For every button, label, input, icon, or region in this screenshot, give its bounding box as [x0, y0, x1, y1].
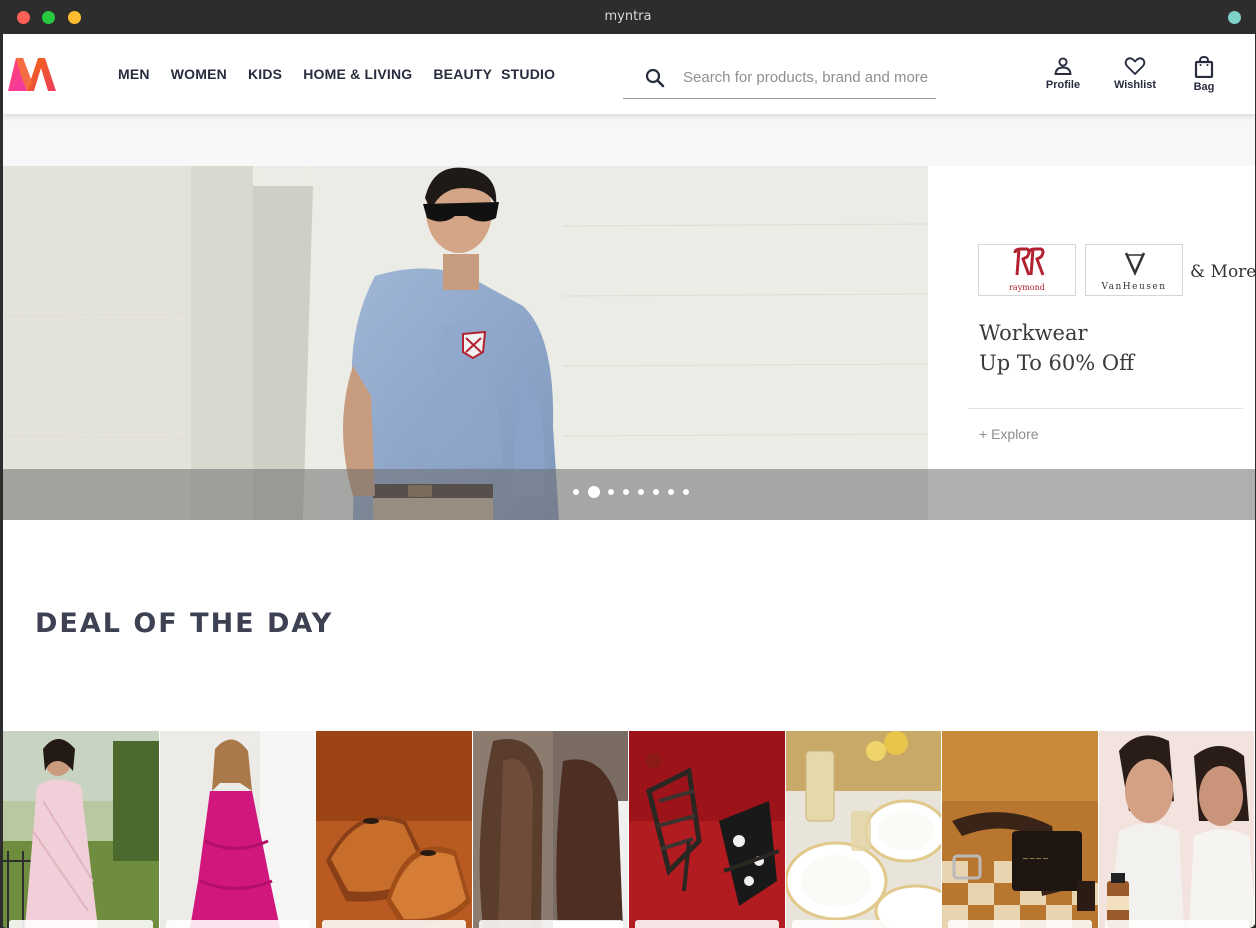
nav-men[interactable]: MEN: [118, 66, 150, 82]
hero-model-image[interactable]: [3, 166, 929, 520]
nav-women[interactable]: WOMEN: [171, 66, 227, 82]
svg-text:~~~~: ~~~~: [1022, 854, 1049, 863]
window-title: myntra: [604, 9, 652, 24]
nav-kids[interactable]: KIDS: [248, 66, 282, 82]
hero-banner[interactable]: raymond VanHeusen & More Workwear Up To …: [3, 166, 1255, 520]
deal-card-magenta-dress[interactable]: [159, 731, 316, 928]
vanheusen-logo-icon: [1124, 252, 1146, 277]
carousel-dot[interactable]: [683, 489, 689, 495]
promo-divider: [968, 408, 1243, 409]
promo-discount: Up To 60% Off: [979, 351, 1134, 375]
deal-card-brown-suede-shoes[interactable]: [472, 731, 629, 928]
nav-studio[interactable]: STUDIO: [501, 66, 555, 82]
carousel-dot[interactable]: [623, 489, 629, 495]
extension-indicator-icon[interactable]: [1228, 11, 1241, 24]
search-input[interactable]: [683, 64, 933, 90]
deal-card-pink-kurta[interactable]: [3, 731, 160, 928]
deal-price-tag: [635, 920, 779, 928]
carousel-dot[interactable]: [653, 489, 659, 495]
deal-row: ~~~~: [3, 731, 1255, 928]
main-nav: MEN WOMEN KIDS HOME & LIVING BEAUTY STUD…: [118, 66, 576, 82]
search-bar: [623, 58, 936, 99]
site-header: MEN WOMEN KIDS HOME & LIVING BEAUTY STUD…: [3, 34, 1255, 114]
deal-price-tag: [322, 920, 466, 928]
deal-image: [472, 731, 629, 928]
bag-label: Bag: [1193, 81, 1215, 93]
browser-window: myntra MEN WOMEN KIDS HOME & LIVING BEAU…: [0, 0, 1256, 928]
raymond-logo-icon: [1013, 247, 1045, 276]
deal-card-dinnerware[interactable]: [785, 731, 942, 928]
deal-image: [1098, 731, 1255, 928]
search-icon[interactable]: [643, 66, 667, 90]
wishlist-label: Wishlist: [1113, 79, 1157, 91]
deal-card-black-heels[interactable]: [629, 731, 786, 928]
deal-image: [785, 731, 942, 928]
deal-of-the-day-heading: DEAL OF THE DAY: [35, 608, 334, 639]
title-bar: myntra: [0, 0, 1256, 34]
heart-icon: [1124, 57, 1146, 75]
vanheusen-brand-logo[interactable]: VanHeusen: [1085, 244, 1183, 296]
deal-price-tag: [948, 920, 1092, 928]
carousel-dot-active[interactable]: [588, 486, 600, 498]
deal-price-tag: [478, 920, 623, 928]
deal-price-tag: [9, 920, 153, 928]
deal-image: [316, 731, 472, 928]
nav-home-living[interactable]: HOME & LIVING: [303, 66, 412, 82]
deal-image: ~~~~: [942, 731, 1098, 928]
deal-image: [629, 731, 785, 928]
promo-headline: Workwear: [979, 321, 1088, 345]
profile-label: Profile: [1045, 79, 1081, 91]
and-more-text: & More: [1190, 262, 1255, 282]
deal-price-tag: [791, 920, 936, 928]
raymond-brand-logo[interactable]: raymond: [978, 244, 1076, 296]
profile-button[interactable]: Profile: [1043, 56, 1083, 91]
profile-icon: [1054, 57, 1072, 75]
shopping-bag-icon: [1194, 56, 1214, 78]
nav-beauty[interactable]: BEAUTY: [433, 66, 492, 82]
carousel-dot[interactable]: [668, 489, 674, 495]
raymond-wordmark: raymond: [1009, 283, 1045, 292]
header-spacer: [3, 114, 1255, 166]
bag-button[interactable]: Bag: [1189, 56, 1219, 93]
carousel-dot[interactable]: [638, 489, 644, 495]
wishlist-button[interactable]: Wishlist: [1111, 56, 1159, 91]
promo-panel[interactable]: raymond VanHeusen & More Workwear Up To …: [928, 166, 1255, 520]
deal-card-skincare[interactable]: [1098, 731, 1255, 928]
deal-price-tag: [165, 920, 310, 928]
deal-image: [3, 731, 159, 928]
deal-image: [159, 731, 316, 928]
carousel-dots: [573, 486, 698, 498]
explore-link[interactable]: + Explore: [979, 426, 1039, 442]
myntra-logo[interactable]: [5, 54, 59, 94]
deal-card-belt-wallet[interactable]: ~~~~: [942, 731, 1099, 928]
vanheusen-wordmark: VanHeusen: [1101, 282, 1167, 292]
deal-price-tag: [1104, 920, 1249, 928]
deal-card-tan-leather-shoes[interactable]: [316, 731, 473, 928]
page: MEN WOMEN KIDS HOME & LIVING BEAUTY STUD…: [3, 34, 1255, 928]
carousel-dot[interactable]: [573, 489, 579, 495]
carousel-dot[interactable]: [608, 489, 614, 495]
